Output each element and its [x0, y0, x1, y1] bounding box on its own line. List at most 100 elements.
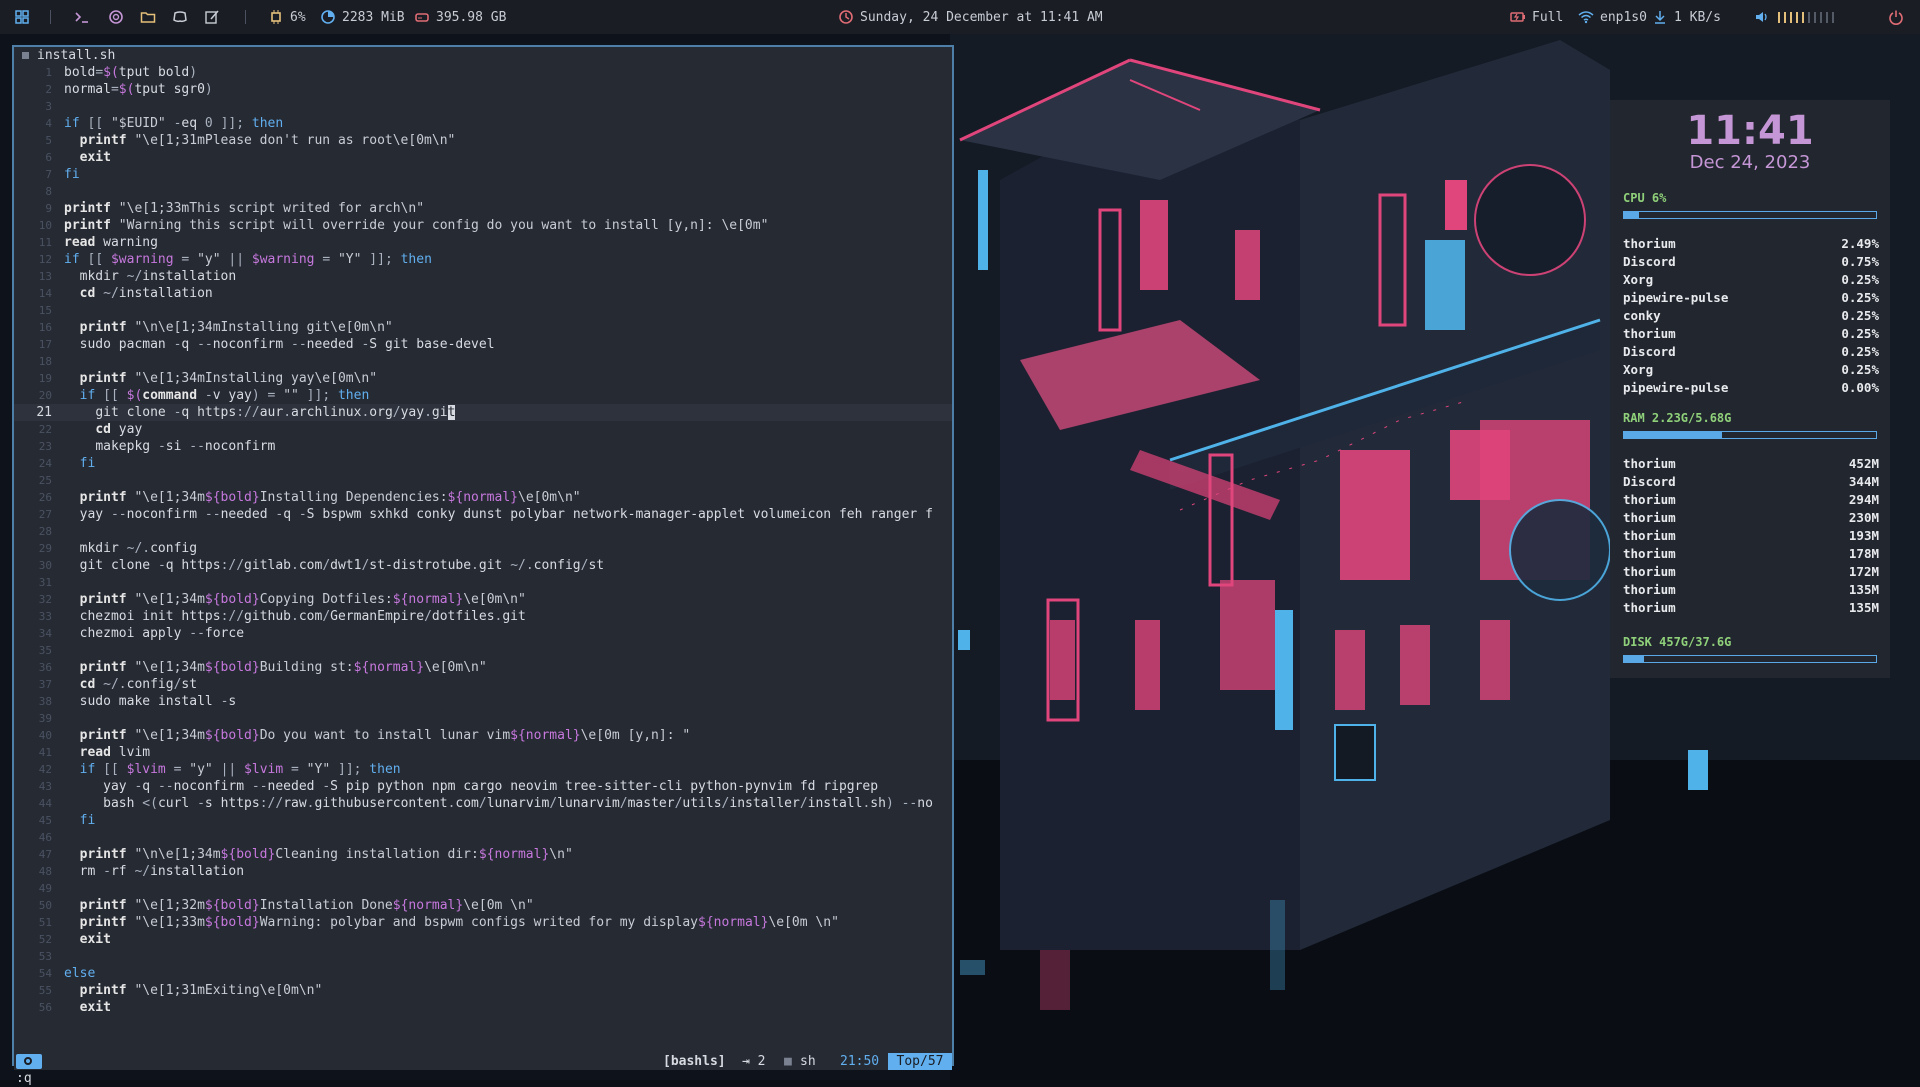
code-line[interactable]: 8 [14, 183, 952, 200]
code-line[interactable]: 2 normal=$(tput sgr0) [14, 81, 952, 98]
code-line[interactable]: 27 yay --noconfirm --needed -q -S bspwm … [14, 506, 952, 523]
ram-usage-bar [1623, 431, 1877, 439]
code-line[interactable]: 32 printf "\e[1;34m${bold}Copying Dotfil… [14, 591, 952, 608]
code-line[interactable]: 45 fi [14, 812, 952, 829]
process-name: pipewire-pulse [1623, 380, 1729, 395]
code-line[interactable]: 46 [14, 829, 952, 846]
code-line[interactable]: 28 [14, 523, 952, 540]
discord-icon[interactable] [172, 0, 188, 34]
code-line[interactable]: 50 printf "\e[1;32m${bold}Installation D… [14, 897, 952, 914]
volume-level-bar[interactable] [1776, 10, 1848, 24]
code-line[interactable]: 38 sudo make install -s [14, 693, 952, 710]
code-line[interactable]: 18 [14, 353, 952, 370]
command-line[interactable]: :q [16, 1070, 32, 1087]
code-line[interactable]: 20 if [[ $(command -v yay) = "" ]]; then [14, 387, 952, 404]
code-line[interactable]: 47 printf "\n\e[1;34m${bold}Cleaning ins… [14, 846, 952, 863]
code-line[interactable]: 56 exit [14, 999, 952, 1013]
code-line[interactable]: 5 printf "\e[1;31mPlease don't run as ro… [14, 132, 952, 149]
code-line[interactable]: 17 sudo pacman -q --noconfirm --needed -… [14, 336, 952, 353]
code-line[interactable]: 54 else [14, 965, 952, 982]
process-value: 0.75% [1841, 254, 1879, 269]
cursor-position: 21:50 [840, 1054, 880, 1069]
code-line[interactable]: 26 printf "\e[1;34m${bold}Installing Dep… [14, 489, 952, 506]
line-number: 14 [38, 287, 52, 300]
line-number: 53 [38, 950, 52, 963]
cpu-indicator: 6% [268, 0, 306, 34]
code-line[interactable]: 3 [14, 98, 952, 115]
code-line[interactable]: 6 exit [14, 149, 952, 166]
code-line[interactable]: 43 yay -q --noconfirm --needed -S pip py… [14, 778, 952, 795]
nvim-window[interactable]: install.sh 1 bold=$(tput bold) 2 normal=$(t… [12, 45, 954, 1086]
line-text: bold=$(tput bold) [64, 65, 198, 80]
code-line[interactable]: 40 printf "\e[1;34m${bold}Do you want to… [14, 727, 952, 744]
clock-indicator[interactable]: Sunday, 24 December at 11:41 AM [838, 0, 1103, 34]
code-line[interactable]: 35 [14, 642, 952, 659]
line-number: 3 [45, 100, 52, 113]
app-grid-icon[interactable] [14, 0, 30, 34]
file-icon [22, 52, 29, 59]
terminal-icon[interactable] [74, 0, 90, 34]
line-text: exit [79, 932, 111, 947]
line-text: if [[ $(command -v yay) = "" ]]; then [79, 388, 370, 403]
buffer-filename[interactable]: install.sh [37, 47, 115, 64]
disk-section-label: DISK 457G/37.6G [1623, 635, 1732, 649]
code-line[interactable]: 16 printf "\n\e[1;34mInstalling git\e[0m… [14, 319, 952, 336]
code-line[interactable]: 14 cd ~/installation [14, 285, 952, 302]
code-line[interactable]: 42 if [[ $lvim = "y" || $lvim = "Y" ]]; … [14, 761, 952, 778]
code-line[interactable]: 9 printf "\e[1;33mThis script writed for … [14, 200, 952, 217]
code-line[interactable]: 4 if [[ "$EUID" -eq 0 ]]; then [14, 115, 952, 132]
code-area[interactable]: 1 bold=$(tput bold) 2 normal=$(tput sgr0) 3 4… [14, 64, 952, 1013]
code-line[interactable]: 48 rm -rf ~/installation [14, 863, 952, 880]
code-line[interactable]: 1 bold=$(tput bold) [14, 64, 952, 81]
line-number: 5 [45, 134, 52, 147]
line-text: if [[ $warning = "y" || $warning = "Y" ]… [64, 252, 432, 267]
code-line[interactable]: 39 [14, 710, 952, 727]
volume-indicator[interactable] [1754, 0, 1848, 34]
line-number: 42 [38, 763, 52, 776]
code-line[interactable]: 51 printf "\e[1;33m${bold}Warning: polyb… [14, 914, 952, 931]
code-line[interactable]: 10 printf "Warning this script will overr… [14, 217, 952, 234]
code-line[interactable]: 49 [14, 880, 952, 897]
line-number: 48 [38, 865, 52, 878]
folder-icon[interactable] [140, 0, 156, 34]
line-number: 7 [45, 168, 52, 181]
code-line[interactable]: 7 fi [14, 166, 952, 183]
code-line[interactable]: 52 exit [14, 931, 952, 948]
process-row: thorium 452M [1623, 455, 1879, 473]
network-indicator[interactable]: enp1s0 [1578, 0, 1647, 34]
code-line[interactable]: 15 [14, 302, 952, 319]
editor-icon[interactable] [204, 0, 220, 34]
code-line[interactable]: 31 [14, 574, 952, 591]
code-line[interactable]: 22 cd yay [14, 421, 952, 438]
line-number: 44 [38, 797, 52, 810]
code-line[interactable]: 11 read warning [14, 234, 952, 251]
code-line[interactable]: 29 mkdir ~/.config [14, 540, 952, 557]
code-line[interactable]: 30 git clone -q https://gitlab.com/dwt1/… [14, 557, 952, 574]
line-text: read warning [64, 235, 158, 250]
code-line[interactable]: 55 printf "\e[1;31mExiting\e[0m\n" [14, 982, 952, 999]
process-name: Xorg [1623, 362, 1654, 377]
code-line[interactable]: 34 chezmoi apply --force [14, 625, 952, 642]
code-line[interactable]: 23 makepkg -si --noconfirm [14, 438, 952, 455]
line-number: 12 [38, 253, 52, 266]
line-number: 22 [38, 423, 52, 436]
code-line[interactable]: 41 read lvim [14, 744, 952, 761]
browser-icon[interactable] [108, 0, 124, 34]
code-line[interactable]: 13 mkdir ~/installation [14, 268, 952, 285]
code-line[interactable]: 24 fi [14, 455, 952, 472]
code-line[interactable]: 53 [14, 948, 952, 965]
code-line[interactable]: 36 printf "\e[1;34m${bold}Building st:${… [14, 659, 952, 676]
code-line[interactable]: 12 if [[ $warning = "y" || $warning = "Y"… [14, 251, 952, 268]
code-line[interactable]: 25 [14, 472, 952, 489]
code-line[interactable]: 19 printf "\e[1;34mInstalling yay\e[0m\n… [14, 370, 952, 387]
power-icon[interactable] [1888, 0, 1904, 34]
line-text: printf "\e[1;31mPlease don't run as root… [79, 133, 456, 148]
code-line[interactable]: 44 bash <(curl -s https://raw.githubuser… [14, 795, 952, 812]
code-line[interactable]: 21 git clone -q https://aur.archlinux.or… [14, 404, 952, 421]
code-line[interactable]: 37 cd ~/.config/st [14, 676, 952, 693]
line-text: sudo pacman -q --noconfirm --needed -S g… [79, 337, 495, 352]
line-text: fi [79, 813, 96, 828]
conky-clock: 11:41 [1686, 108, 1814, 154]
process-value: 172M [1848, 564, 1879, 579]
code-line[interactable]: 33 chezmoi init https://github.com/Germa… [14, 608, 952, 625]
